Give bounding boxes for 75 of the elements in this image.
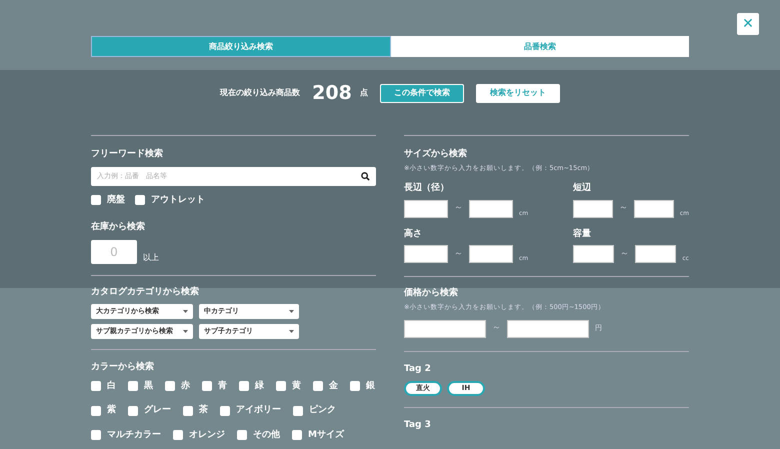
checkbox[interactable] bbox=[91, 195, 101, 206]
checkbox-label: 黄 bbox=[292, 380, 301, 392]
unit-label: 以上 bbox=[143, 252, 159, 264]
section-title: 在庫から検索 bbox=[91, 221, 146, 234]
input-field[interactable] bbox=[507, 320, 589, 338]
tilde-separator: ～ bbox=[454, 202, 463, 215]
field-label: 短辺 bbox=[573, 182, 592, 196]
tilde-separator: ～ bbox=[454, 248, 463, 260]
checkbox-label: 白 bbox=[107, 380, 116, 392]
field-label: 長辺（径） bbox=[404, 182, 450, 196]
count-unit: 点 bbox=[360, 87, 368, 99]
caret-icon bbox=[183, 330, 188, 333]
checkbox[interactable] bbox=[220, 406, 230, 416]
section-title: カラーから検索 bbox=[91, 361, 155, 374]
checkbox-label: 廃盤 bbox=[107, 194, 125, 206]
checkbox[interactable] bbox=[293, 406, 303, 416]
input-field[interactable] bbox=[635, 245, 676, 264]
checkbox-label: Mサイズ bbox=[308, 428, 344, 442]
input-field[interactable] bbox=[573, 200, 613, 218]
checkbox[interactable] bbox=[313, 381, 323, 392]
section-title: カタログカテゴリから検索 bbox=[91, 286, 200, 298]
input-field[interactable] bbox=[573, 245, 614, 264]
checkbox[interactable] bbox=[91, 430, 101, 440]
product-count: 208 bbox=[312, 80, 352, 106]
search-icon[interactable] bbox=[361, 172, 370, 180]
caret-icon bbox=[183, 310, 188, 313]
checkbox-label: マルチカラー bbox=[107, 428, 161, 442]
checkbox[interactable] bbox=[128, 406, 138, 416]
checkbox-label: 茶 bbox=[199, 404, 208, 417]
input-field[interactable] bbox=[469, 245, 513, 264]
section-title: 価格から検索 bbox=[404, 287, 459, 300]
caret-icon bbox=[289, 330, 294, 333]
checkbox-label: 青 bbox=[218, 380, 227, 392]
checkbox[interactable] bbox=[91, 381, 101, 392]
checkbox[interactable] bbox=[165, 381, 175, 392]
checkbox-label: その他 bbox=[253, 428, 280, 442]
count-label: 現在の絞り込み商品数 bbox=[220, 87, 300, 99]
checkbox-label: オレンジ bbox=[189, 428, 225, 442]
checkbox-label: 紫 bbox=[107, 404, 116, 417]
section-title: Tag 2 bbox=[404, 362, 432, 376]
checkbox[interactable] bbox=[173, 430, 183, 440]
section-title: Tag 3 bbox=[404, 419, 432, 432]
checkbox[interactable] bbox=[276, 381, 286, 392]
checkbox[interactable] bbox=[128, 381, 138, 392]
checkbox[interactable] bbox=[91, 406, 101, 416]
caret-icon bbox=[289, 310, 294, 313]
checkbox[interactable] bbox=[237, 430, 247, 440]
checkbox-label: アウトレット bbox=[151, 194, 205, 206]
checkbox-label: 赤 bbox=[181, 380, 190, 392]
tilde-separator: ～ bbox=[620, 248, 630, 260]
checkbox-label: グレー bbox=[144, 404, 171, 417]
tilde-separator: ～ bbox=[618, 202, 628, 215]
checkbox[interactable] bbox=[292, 430, 302, 440]
input-field[interactable] bbox=[404, 245, 448, 264]
field-label: 高さ bbox=[404, 228, 423, 241]
input-field[interactable] bbox=[469, 200, 513, 218]
checkbox-label: 緑 bbox=[255, 380, 264, 392]
checkbox[interactable] bbox=[350, 381, 360, 392]
field-label: 容量 bbox=[573, 228, 592, 241]
checkbox[interactable] bbox=[239, 381, 249, 392]
section-title: フリーワード検索 bbox=[91, 148, 164, 161]
checkbox[interactable] bbox=[135, 195, 145, 206]
checkbox[interactable] bbox=[183, 406, 193, 416]
checkbox-label: 金 bbox=[329, 380, 338, 392]
section-title: サイズから検索 bbox=[404, 148, 468, 161]
checkbox-label: アイボリー bbox=[236, 404, 281, 417]
stock-field[interactable]: 0 bbox=[91, 240, 137, 264]
checkbox-label: 黒 bbox=[144, 380, 153, 392]
input-field[interactable] bbox=[404, 320, 486, 338]
input-field[interactable] bbox=[634, 200, 674, 218]
checkbox-label: 銀 bbox=[366, 380, 375, 392]
input-field[interactable] bbox=[404, 200, 448, 218]
tilde-separator: ～ bbox=[492, 322, 501, 335]
checkbox[interactable] bbox=[202, 381, 212, 392]
checkbox-label: ピンク bbox=[309, 404, 336, 417]
